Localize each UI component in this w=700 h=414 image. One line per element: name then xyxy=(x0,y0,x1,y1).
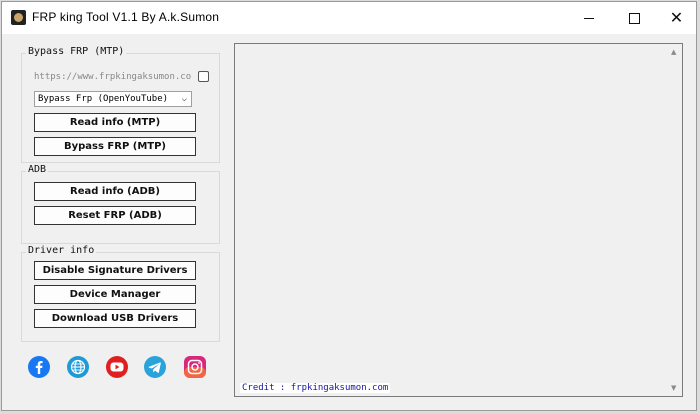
facebook-icon xyxy=(28,356,50,378)
youtube-icon xyxy=(106,356,128,378)
instagram-icon xyxy=(184,356,206,378)
maximize-icon xyxy=(629,12,640,24)
download-usb-drivers-button[interactable]: Download USB Drivers xyxy=(34,309,196,328)
window-title: FRP king Tool V1.1 By A.k.Sumon xyxy=(32,10,220,24)
youtube-link[interactable] xyxy=(105,356,129,378)
read-info-mtp-button[interactable]: Read info (MTP) xyxy=(34,113,196,132)
app-logo-icon xyxy=(11,10,26,25)
bypass-frp-mtp-button[interactable]: Bypass FRP (MTP) xyxy=(34,137,196,156)
driver-info-group-label: Driver info xyxy=(26,245,97,256)
minimize-icon xyxy=(583,17,594,19)
title-bar[interactable]: FRP king Tool V1.1 By A.k.Sumon ✕ xyxy=(2,2,696,34)
reset-frp-adb-button[interactable]: Reset FRP (ADB) xyxy=(34,206,196,225)
bypass-mode-selected: Bypass Frp (OpenYouTube) xyxy=(38,94,169,104)
url-checkbox[interactable] xyxy=(198,71,209,82)
close-button[interactable]: ✕ xyxy=(654,2,699,34)
maximize-button[interactable] xyxy=(612,2,657,34)
minimize-button[interactable] xyxy=(566,2,611,34)
adb-group-label: ADB xyxy=(26,164,49,175)
bypass-frp-group-label: Bypass FRP (MTP) xyxy=(26,46,127,57)
bypass-mode-select[interactable]: Bypass Frp (OpenYouTube) ⌵ xyxy=(34,91,192,107)
facebook-link[interactable] xyxy=(27,356,51,378)
device-manager-button[interactable]: Device Manager xyxy=(34,285,196,304)
log-scrollbar[interactable]: ▲ ▼ xyxy=(668,44,682,396)
telegram-link[interactable] xyxy=(143,356,167,378)
chevron-down-icon: ⌵ xyxy=(181,94,187,104)
log-output-panel[interactable]: ▲ ▼ Credit : frpkingaksumon.com xyxy=(234,43,683,397)
disable-signature-drivers-button[interactable]: Disable Signature Drivers xyxy=(34,261,196,280)
website-link[interactable] xyxy=(66,356,90,378)
credit-text: Credit : frpkingaksumon.com xyxy=(240,383,391,393)
telegram-icon xyxy=(144,356,166,378)
scroll-down-icon[interactable]: ▼ xyxy=(671,384,676,392)
instagram-link[interactable] xyxy=(183,356,207,378)
website-globe-icon xyxy=(67,356,89,378)
close-icon: ✕ xyxy=(669,8,684,27)
url-field[interactable]: https://www.frpkingaksumon.co xyxy=(34,70,194,85)
scroll-up-icon[interactable]: ▲ xyxy=(671,48,676,56)
read-info-adb-button[interactable]: Read info (ADB) xyxy=(34,182,196,201)
